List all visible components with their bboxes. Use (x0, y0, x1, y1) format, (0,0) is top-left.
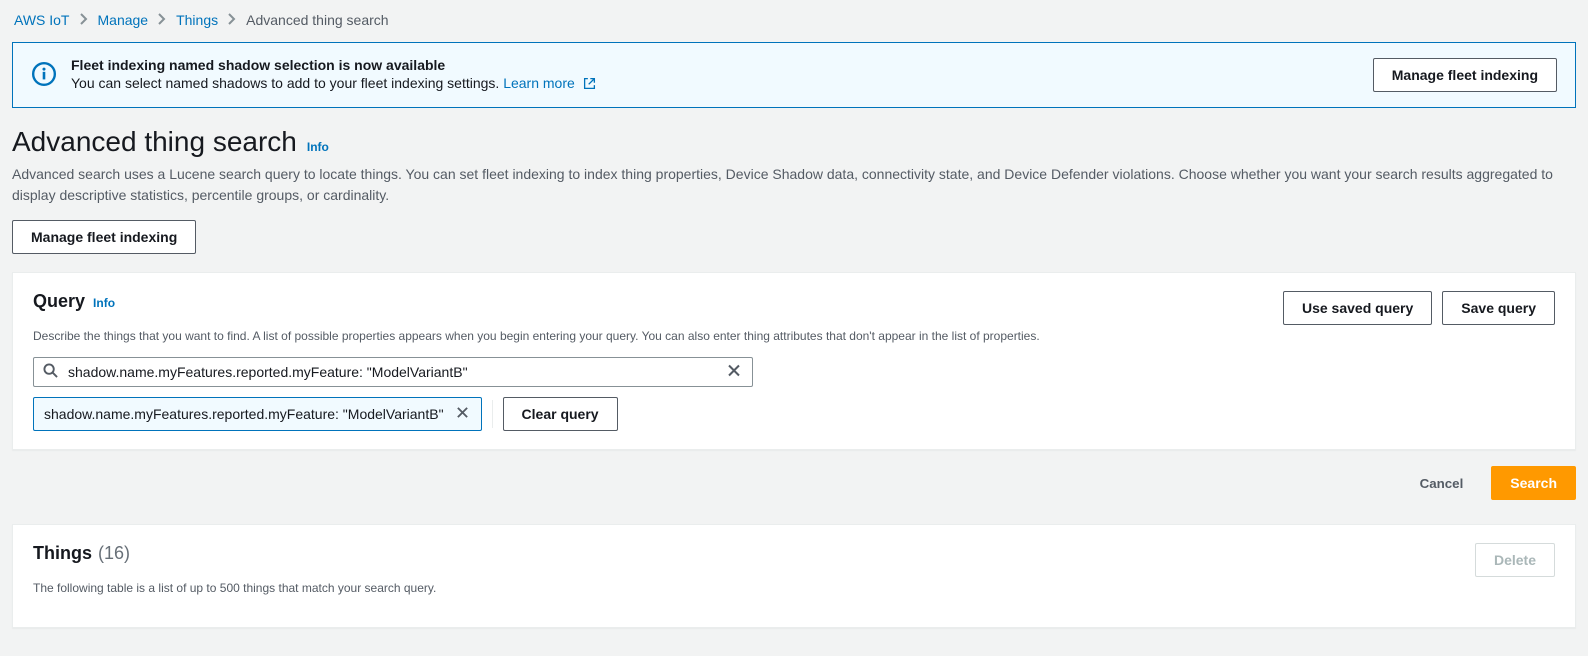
save-query-button[interactable]: Save query (1442, 291, 1555, 325)
action-row: Cancel Search (12, 466, 1576, 500)
use-saved-query-button[interactable]: Use saved query (1283, 291, 1432, 325)
search-icon (43, 363, 58, 381)
learn-more-link[interactable]: Learn more (503, 75, 595, 91)
search-button[interactable]: Search (1491, 466, 1576, 500)
remove-token-button[interactable] (454, 404, 471, 424)
breadcrumb-current: Advanced thing search (246, 12, 388, 28)
info-icon (31, 61, 57, 90)
banner-title: Fleet indexing named shadow selection is… (71, 57, 1359, 73)
manage-fleet-indexing-button-banner[interactable]: Manage fleet indexing (1373, 58, 1557, 92)
info-banner: Fleet indexing named shadow selection is… (12, 42, 1576, 108)
things-panel-description: The following table is a list of up to 5… (33, 581, 1555, 595)
query-token-text: shadow.name.myFeatures.reported.myFeatur… (44, 406, 444, 422)
query-panel: Query Info Use saved query Save query De… (12, 272, 1576, 450)
query-search-input[interactable] (33, 357, 753, 387)
page-info-link[interactable]: Info (307, 140, 329, 154)
clear-query-button[interactable]: Clear query (503, 397, 618, 431)
chevron-right-icon (158, 12, 166, 28)
chevron-right-icon (228, 12, 236, 28)
close-icon (727, 366, 741, 381)
query-info-link[interactable]: Info (93, 296, 115, 310)
chevron-right-icon (80, 12, 88, 28)
close-icon (456, 407, 469, 422)
cancel-button[interactable]: Cancel (1402, 470, 1482, 497)
things-panel-title: Things (33, 543, 92, 564)
breadcrumb-link-aws-iot[interactable]: AWS IoT (14, 12, 70, 28)
delete-button[interactable]: Delete (1475, 543, 1555, 577)
query-panel-description: Describe the things that you want to fin… (33, 329, 1555, 343)
breadcrumb: AWS IoT Manage Things Advanced thing sea… (12, 12, 1576, 28)
page-title: Advanced thing search (12, 126, 297, 158)
clear-input-button[interactable] (723, 360, 745, 385)
manage-fleet-indexing-button[interactable]: Manage fleet indexing (12, 220, 196, 254)
banner-body: You can select named shadows to add to y… (71, 75, 1359, 93)
breadcrumb-link-manage[interactable]: Manage (98, 12, 149, 28)
breadcrumb-link-things[interactable]: Things (176, 12, 218, 28)
query-token: shadow.name.myFeatures.reported.myFeatur… (33, 397, 482, 431)
divider (492, 400, 493, 428)
page-description: Advanced search uses a Lucene search que… (12, 164, 1576, 206)
things-count: (16) (98, 543, 130, 564)
things-panel: Things (16) Delete The following table i… (12, 524, 1576, 628)
external-link-icon (583, 77, 596, 93)
query-panel-title: Query (33, 291, 85, 312)
